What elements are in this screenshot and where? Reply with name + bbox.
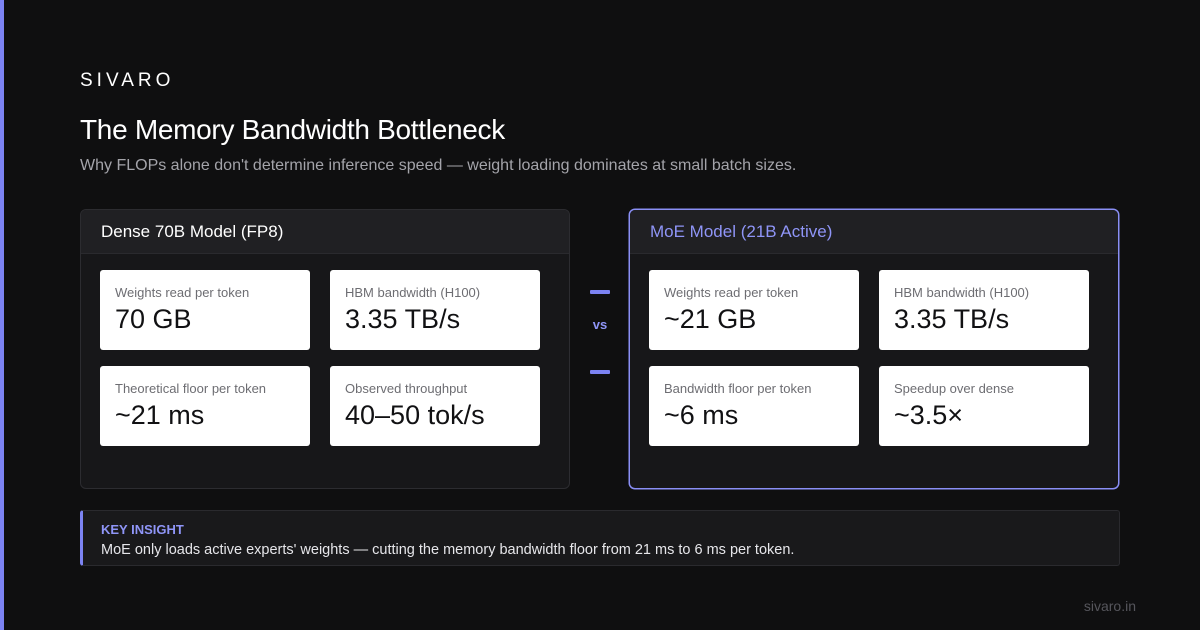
stat-value: 70 GB [115,304,192,334]
moe-model-card-title: MoE Model (21B Active) [630,210,1118,254]
stat-label: Speedup over dense [894,381,1014,396]
stat-card: Weights read per token ~21 GB [649,270,859,350]
stat-value: ~21 GB [664,304,757,334]
moe-model-card: MoE Model (21B Active) Weights read per … [629,209,1119,489]
stat-value: 40–50 tok/s [345,400,485,430]
stat-card: Speedup over dense ~3.5× [879,366,1089,446]
stat-label: Bandwidth floor per token [664,381,812,396]
stat-value: ~3.5× [894,400,964,430]
stat-label: Weights read per token [664,285,799,300]
stat-card: HBM bandwidth (H100) 3.35 TB/s [879,270,1089,350]
dense-model-card: Dense 70B Model (FP8) Weights read per t… [80,209,570,489]
dense-model-card-title: Dense 70B Model (FP8) [81,210,569,254]
page-subtitle: Why FLOPs alone don't determine inferenc… [80,157,797,174]
stat-value: ~21 ms [115,400,205,430]
stat-label: Weights read per token [115,285,250,300]
stat-card: HBM bandwidth (H100) 3.35 TB/s [330,270,540,350]
stat-card: Bandwidth floor per token ~6 ms [649,366,859,446]
vs-divider-bottom [590,370,610,374]
stat-label: HBM bandwidth (H100) [345,285,481,300]
stat-card: Observed throughput 40–50 tok/s [330,366,540,446]
accent-bar [0,0,4,630]
key-insight-title: KEY INSIGHT [101,522,184,537]
page-title: The Memory Bandwidth Bottleneck [80,114,505,145]
brand-logo: SIVARO [80,70,175,91]
key-insight-callout: KEY INSIGHT MoE only loads active expert… [80,510,1120,566]
stat-card: Weights read per token 70 GB [100,270,310,350]
footer-url: sivaro.in [1083,598,1136,614]
stat-label: Theoretical floor per token [115,381,267,396]
vs-label: vs [592,317,608,332]
key-insight-text: MoE only loads active experts' weights —… [101,542,795,558]
stat-label: HBM bandwidth (H100) [894,285,1030,300]
stat-card: Theoretical floor per token ~21 ms [100,366,310,446]
stat-label: Observed throughput [345,381,468,396]
vs-divider-top [590,290,610,294]
stat-value: 3.35 TB/s [345,304,461,334]
stat-value: 3.35 TB/s [894,304,1010,334]
stat-value: ~6 ms [664,400,739,430]
